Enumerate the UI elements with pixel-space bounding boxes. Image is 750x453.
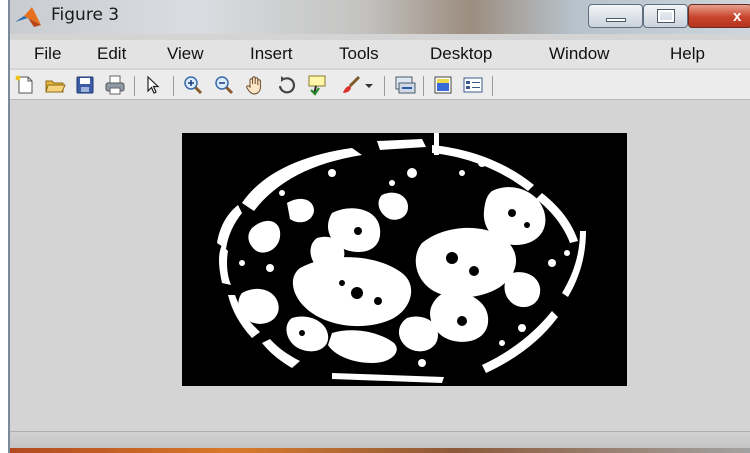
binary-image-axes[interactable]	[182, 133, 627, 386]
close-button[interactable]: x	[688, 4, 750, 28]
link-plot-icon[interactable]	[394, 74, 416, 96]
zoom-in-icon[interactable]	[182, 74, 204, 96]
rotate-3d-icon[interactable]	[276, 74, 298, 96]
menu-bar: File Edit View Insert Tools Desktop Wind…	[10, 40, 750, 68]
maximize-button[interactable]	[643, 4, 688, 28]
zoom-out-icon[interactable]	[213, 74, 235, 96]
save-icon[interactable]	[74, 74, 96, 96]
data-cursor-icon[interactable]	[306, 74, 328, 96]
figure-toolbar	[10, 70, 750, 100]
window-title: Figure 3	[51, 5, 120, 25]
minimize-icon	[605, 18, 626, 22]
figure-canvas	[10, 101, 750, 431]
print-icon[interactable]	[104, 74, 126, 96]
toolbar-separator	[173, 76, 174, 96]
toolbar-separator	[134, 76, 135, 96]
open-file-icon[interactable]	[44, 74, 66, 96]
maximize-icon	[656, 9, 675, 23]
matlab-logo-icon	[15, 7, 41, 27]
menu-help[interactable]: Help	[670, 44, 705, 64]
figure-window: Figure 3 x File Edit View Insert Tools D…	[8, 0, 750, 453]
dropdown-arrow-icon[interactable]	[362, 74, 376, 96]
minimize-button[interactable]	[588, 4, 643, 28]
toolbar-separator	[384, 76, 385, 96]
taskbar-edge	[10, 448, 750, 453]
close-icon: x	[733, 7, 742, 25]
pointer-icon[interactable]	[142, 74, 164, 96]
toolbar-separator	[423, 76, 424, 96]
menu-edit[interactable]: Edit	[97, 44, 126, 64]
menu-view[interactable]: View	[167, 44, 204, 64]
title-bar[interactable]: Figure 3 x	[10, 0, 750, 34]
menu-window[interactable]: Window	[549, 44, 609, 64]
new-figure-icon[interactable]	[14, 74, 36, 96]
menu-tools[interactable]: Tools	[339, 44, 379, 64]
brush-icon[interactable]	[340, 74, 362, 96]
legend-icon[interactable]	[462, 74, 484, 96]
toolbar-separator	[492, 76, 493, 96]
menu-file[interactable]: File	[34, 44, 61, 64]
menu-insert[interactable]: Insert	[250, 44, 293, 64]
menu-desktop[interactable]: Desktop	[430, 44, 492, 64]
colorbar-icon[interactable]	[432, 74, 454, 96]
pan-hand-icon[interactable]	[244, 74, 266, 96]
